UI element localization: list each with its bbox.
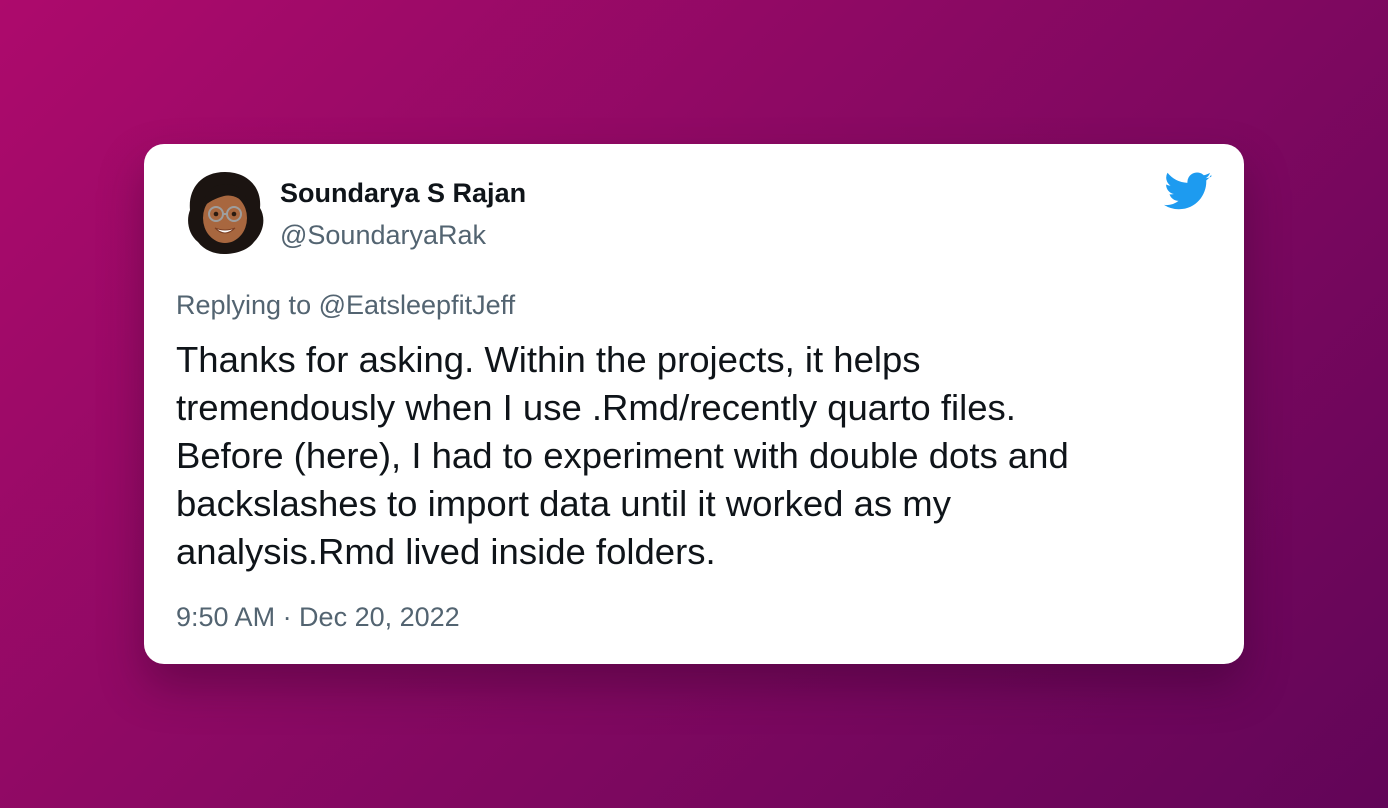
tweet-text-line: backslashes to import data until it work… — [176, 483, 951, 524]
tweet-text-line: Thanks for asking. Within the projects, … — [176, 339, 921, 380]
memoji-avatar-icon — [188, 172, 264, 254]
tweet-text: Thanks for asking. Within the projects, … — [176, 336, 1196, 576]
replying-to-label: Replying to @EatsleepfitJeff — [176, 290, 516, 320]
tweet-card: Soundarya S Rajan @SoundaryaRak Replying… — [144, 144, 1244, 664]
author-handle[interactable]: @SoundaryaRak — [280, 220, 486, 251]
tweet-timestamp[interactable]: 9:50 AM · Dec 20, 2022 — [176, 602, 460, 633]
tweet-text-line: Before (here), I had to experiment with … — [176, 435, 1069, 476]
tweet-text-line: analysis.Rmd lived inside folders. — [176, 531, 716, 572]
tweet-text-line: tremendously when I use .Rmd/recently qu… — [176, 387, 1016, 428]
twitter-bird-icon[interactable] — [1164, 172, 1212, 212]
avatar[interactable] — [180, 168, 270, 258]
author-display-name[interactable]: Soundarya S Rajan — [280, 178, 526, 209]
